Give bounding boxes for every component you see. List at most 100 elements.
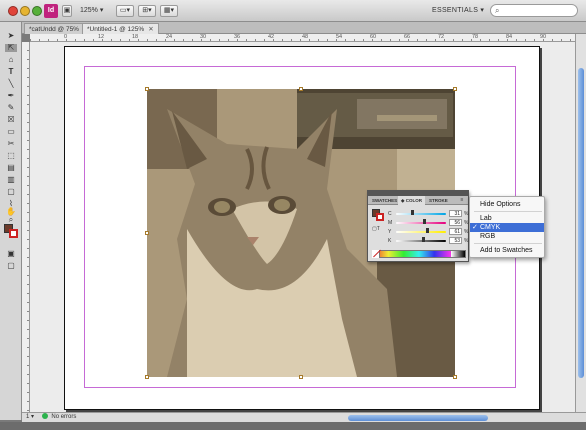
ruler-tick-label: 72 [438, 34, 445, 40]
view-options-icon[interactable]: ▭▾ [116, 5, 134, 17]
ruler-tick-label: 24 [166, 34, 173, 40]
ruler-tick-label: 12 [98, 34, 105, 40]
slider-track[interactable] [396, 231, 446, 233]
scissors-tool-icon[interactable]: ✂ [5, 140, 17, 148]
none-swatch-icon[interactable] [372, 250, 380, 258]
color-spectrum-ramp[interactable] [372, 250, 466, 258]
menu-item-hide-options[interactable]: Hide Options [470, 200, 544, 209]
menu-item-cmyk[interactable]: ✓ CMYK [470, 223, 544, 232]
frame-handle[interactable] [145, 231, 149, 235]
line-tool-icon[interactable]: ╲ [5, 80, 17, 88]
slider-label: Y [388, 229, 392, 235]
menu-separator [474, 243, 542, 244]
vertical-scroll-thumb[interactable] [578, 68, 584, 378]
menu-item-rgb[interactable]: RGB [470, 232, 544, 241]
slider-track[interactable] [396, 222, 446, 224]
frame-handle[interactable] [453, 375, 457, 379]
normal-mode-icon[interactable]: ▣ [5, 250, 17, 258]
color-slider-y[interactable]: Y 61% [386, 228, 468, 236]
rectangle-tool-icon[interactable]: ▭ [5, 128, 17, 136]
status-bar: 1 ▾ No errors [22, 412, 182, 422]
slider-thumb[interactable] [423, 219, 426, 224]
rectangle-frame-tool-icon[interactable]: ☒ [5, 116, 17, 124]
menu-item-label: Lab [480, 215, 492, 222]
note-tool-icon[interactable]: ▢ [5, 188, 17, 196]
panel-stroke-swatch[interactable] [376, 213, 384, 221]
menu-item-label: CMYK [480, 224, 501, 231]
frame-handle[interactable] [299, 375, 303, 379]
ruler-tick-label: 84 [506, 34, 513, 40]
ruler-tick-label: 42 [268, 34, 275, 40]
tab-label: *Untitled-1 @ 125% [87, 26, 145, 33]
zoom-level[interactable]: 125% ▾ [80, 6, 103, 14]
menu-item-add-to-swatches[interactable]: Add to Swatches [470, 246, 544, 255]
minimize-window-button[interactable] [20, 6, 30, 16]
ruler-tick-label: 18 [132, 34, 139, 40]
color-slider-k[interactable]: K 53% [386, 237, 468, 245]
pen-tool-icon[interactable]: ✒ [5, 92, 17, 100]
slider-value-field[interactable]: 61 [449, 228, 462, 235]
pencil-tool-icon[interactable]: ✎ [5, 104, 17, 112]
slider-value-field[interactable]: 53 [449, 237, 462, 244]
tools-panel: ➤ ⇱ ⌂ T ╲ ✒ ✎ ☒ ▭ ✂ ⬚ ▤ ▥ ▢ ⌇ ✋ ⌕ ▣ ▢ [0, 22, 22, 420]
zoom-window-button[interactable] [32, 6, 42, 16]
preflight-status-text[interactable]: No errors [51, 414, 76, 420]
horizontal-scroll-thumb[interactable] [348, 415, 488, 421]
window-bottom-edge [0, 422, 586, 430]
gradient-tool-icon[interactable]: ▤ [5, 164, 17, 172]
ruler-tick-label: 48 [302, 34, 309, 40]
slider-value-field[interactable]: 31 [449, 210, 462, 217]
percent-unit: % [464, 211, 469, 217]
color-slider-m[interactable]: M 56% [386, 219, 468, 227]
type-tool-icon[interactable]: T [5, 68, 17, 76]
panel-menu-icon[interactable]: ≡ [458, 197, 466, 204]
slider-thumb[interactable] [421, 237, 425, 242]
bridge-icon[interactable]: ▣ [62, 5, 72, 17]
vertical-ruler[interactable] [22, 42, 30, 412]
search-input[interactable]: ⌕ [490, 4, 578, 17]
vertical-scrollbar[interactable] [575, 34, 586, 412]
close-window-button[interactable] [8, 6, 18, 16]
stroke-swatch[interactable] [9, 229, 18, 238]
slider-label: K [388, 238, 392, 244]
frame-handle[interactable] [453, 87, 457, 91]
chevron-down-icon[interactable]: ▾ [31, 414, 34, 420]
direct-selection-tool-icon[interactable]: ⇱ [5, 44, 17, 52]
tab-swatches[interactable]: SWATCHES [369, 196, 400, 205]
close-icon[interactable]: ✕ [148, 26, 153, 33]
tab-stroke[interactable]: STROKE [426, 196, 451, 205]
preflight-status-icon [41, 413, 48, 419]
tab-untitled-1[interactable]: *Untitled-1 @ 125% ✕ [82, 23, 159, 34]
frame-handle[interactable] [145, 87, 149, 91]
ruler-tick-label: 0 [64, 34, 68, 40]
zoom-value: 125% [80, 7, 98, 14]
slider-track[interactable] [396, 213, 446, 215]
frame-handle[interactable] [145, 375, 149, 379]
tab-color[interactable]: ◆ COLOR [398, 196, 425, 205]
indesign-logo: Id [44, 4, 58, 18]
page-tool-icon[interactable]: ⌂ [5, 56, 17, 64]
zoom-tool-icon[interactable]: ⌕ [5, 216, 17, 224]
text-color-icon[interactable]: ▢T [372, 226, 380, 232]
menu-item-label: Add to Swatches [480, 247, 533, 254]
color-panel-menu: Hide Options Lab ✓ CMYK RGB Add to Swatch… [469, 196, 545, 258]
slider-thumb[interactable] [425, 228, 429, 233]
tab-color-label: COLOR [405, 198, 422, 203]
workspace-switcher[interactable]: ESSENTIALS ▾ [432, 6, 484, 14]
selection-tool-icon[interactable]: ➤ [5, 32, 17, 40]
arrange-documents-icon[interactable]: ▦▾ [160, 5, 178, 17]
ruler-tick-label: 30 [200, 34, 207, 40]
color-panel[interactable]: SWATCHES ◆ COLOR STROKE ≡ ▢T C 31% M 56% Y 61… [367, 190, 469, 262]
slider-value-field[interactable]: 56 [449, 219, 462, 226]
gradient-feather-tool-icon[interactable]: ▥ [5, 176, 17, 184]
slider-thumb[interactable] [410, 210, 414, 215]
menu-item-lab[interactable]: Lab [470, 214, 544, 223]
screen-mode-icon[interactable]: ⊞▾ [138, 5, 156, 17]
menu-item-label: RGB [480, 233, 496, 240]
preview-mode-icon[interactable]: ▢ [5, 262, 17, 270]
color-slider-c[interactable]: C 31% [386, 210, 468, 218]
checkmark-icon: ✓ [472, 224, 478, 231]
free-transform-tool-icon[interactable]: ⬚ [5, 152, 17, 160]
page-number-field[interactable]: 1 [26, 414, 29, 420]
frame-handle[interactable] [299, 87, 303, 91]
